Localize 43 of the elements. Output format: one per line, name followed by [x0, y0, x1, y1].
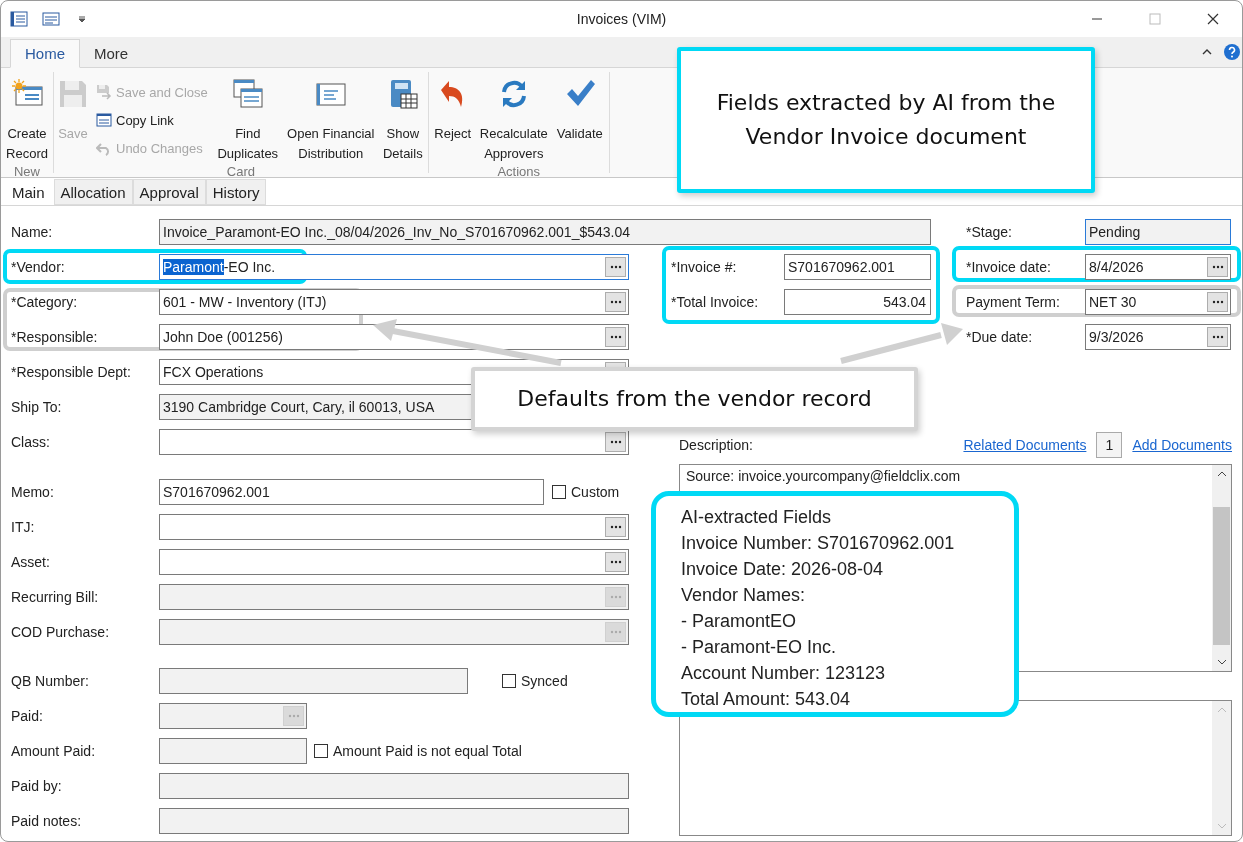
field-label: Ship To: [11, 398, 63, 415]
field-label: Asset: [11, 553, 51, 570]
extracted-field-line: Account Number: 123123 [681, 662, 887, 685]
field-label: Paid notes: [11, 812, 83, 829]
field-label: *Total Invoice: [671, 293, 760, 310]
field-label: ITJ: [11, 518, 36, 535]
field-label: *Invoice date: [966, 258, 1052, 275]
extracted-field-line: Invoice Number: S701670962.001 [681, 532, 956, 555]
group-label: Actions [496, 164, 542, 181]
field-label: Memo: [11, 483, 55, 500]
field-label: *Stage: [966, 223, 1013, 240]
window-title: Invoices (VIM) [576, 11, 667, 27]
field-label: Class: [11, 433, 51, 450]
extracted-field-line: Total Amount: 543.04 [681, 688, 852, 711]
group-label: Card [225, 164, 256, 181]
field-label: *Due date: [966, 328, 1034, 345]
checkbox-label: Synced [521, 672, 568, 689]
extracted-field-line: - Paramont-EO Inc. [681, 636, 838, 659]
document-count: 1 [1096, 432, 1123, 458]
field-label: QB Number: [11, 672, 90, 689]
field-label: Payment Term: [966, 293, 1061, 310]
field-label: Paid: [11, 707, 44, 724]
description-text: Source: invoice.yourcompany@fieldclix.com [685, 467, 962, 486]
field-label: Paid by: [11, 777, 63, 794]
field-label: Recurring Bill: [11, 588, 100, 605]
ai-callout-tooltip: Fields extracted by AI from the Vendor Invoice document [677, 47, 1095, 193]
field-label: Description: [679, 437, 753, 453]
extracted-field-line: Invoice Date: 2026-08-04 [681, 558, 885, 581]
extracted-field-line: Vendor Names: [681, 584, 807, 607]
extracted-field-line: - ParamontEO [681, 610, 798, 633]
defaults-callout-tooltip: Defaults from the vendor record [471, 367, 918, 431]
field-label: *Vendor: [11, 258, 66, 275]
checkbox-label: Custom [571, 483, 620, 500]
field-label: Name: [11, 223, 54, 240]
extracted-field-line: AI-extracted Fields [681, 506, 833, 529]
field-label: Amount Paid: [11, 742, 97, 759]
field-label: *Responsible: [11, 328, 99, 345]
field-label: *Invoice #: [671, 258, 738, 275]
group-label: New [13, 164, 41, 181]
field-label: COD Purchase: [11, 623, 111, 640]
field-label: *Responsible Dept: [11, 363, 132, 380]
field-label: *Category: [11, 293, 79, 310]
checkbox-label: Amount Paid is not equal Total [333, 742, 522, 759]
